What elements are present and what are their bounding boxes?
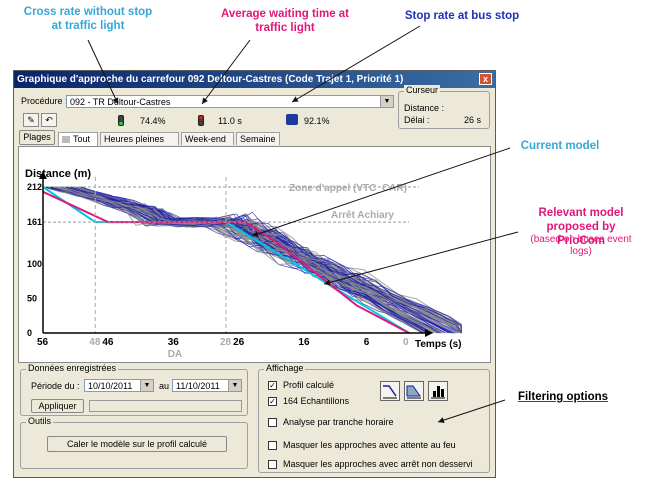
cursor-group-title: Curseur: [404, 85, 441, 95]
x-tick-label: 26: [233, 337, 245, 348]
tab-tout-label: Tout: [73, 134, 91, 144]
donnees-title: Données enregistrées: [26, 363, 119, 373]
y-tick-label: 100: [27, 259, 42, 269]
sample-curve: [47, 186, 434, 334]
bus-stop-icon: [286, 114, 298, 125]
procedure-label: Procédure :: [21, 96, 68, 106]
annotation-relevant-model-sub: (based on buses event logs): [530, 234, 632, 257]
distance-label: Distance :: [404, 103, 445, 113]
masquer-feu-label: Masquer les approches avec attente au fe…: [283, 440, 456, 450]
profil-checkbox[interactable]: ✓: [268, 381, 277, 390]
x-tick-label: 56: [37, 337, 49, 348]
delay-label: Délai :: [404, 115, 430, 125]
undo-icon[interactable]: ↶: [41, 113, 57, 127]
period-to-label: au: [159, 381, 170, 391]
analyse-checkbox[interactable]: [268, 418, 277, 427]
y-tick-label: 50: [27, 294, 37, 304]
average-wait-value: 11.0 s: [218, 116, 242, 126]
annotation-filtering: Filtering options: [517, 391, 609, 403]
fit-model-button[interactable]: Caler le modèle sur le profil calculé: [47, 436, 227, 452]
masquer-arret-label: Masquer les approches avec arrêt non des…: [283, 459, 473, 469]
sample-curve: [53, 186, 434, 334]
curve-fill-icon[interactable]: [404, 381, 424, 401]
y-tick-label: 0: [27, 328, 32, 338]
y-tick-label: 161: [27, 217, 42, 227]
chevron-down-icon[interactable]: ▼: [140, 380, 153, 391]
plages-button[interactable]: Plages ...: [19, 130, 55, 155]
chevron-down-icon[interactable]: ▼: [380, 96, 393, 107]
sample-curve: [53, 186, 434, 334]
tab-heures-pleines[interactable]: Heures pleines: [100, 132, 179, 145]
period-label: Période du :: [31, 381, 80, 391]
arret-label: Arrêt Achiary: [331, 210, 394, 221]
y-axis-title: Distance (m): [25, 168, 91, 180]
histogram-icon[interactable]: [428, 381, 448, 401]
x-extra-label: 48: [89, 337, 101, 348]
masquer-arret-checkbox[interactable]: [268, 460, 277, 469]
delay-value: 26 s: [464, 115, 482, 125]
outils-title: Outils: [26, 416, 54, 426]
echantillons-checkbox[interactable]: ✓: [268, 397, 277, 406]
period-from-select[interactable]: 10/10/2011 ▼: [84, 379, 154, 392]
apply-button[interactable]: Appliquer: [31, 399, 84, 413]
curve-view-icon[interactable]: [380, 381, 400, 401]
zone-appel-label: Zone d'appel (VTC_CAR): [289, 183, 407, 194]
x-sub-label: DA: [168, 349, 182, 360]
y-tick-label: 212: [27, 182, 42, 192]
tab-tout-swatch: [62, 136, 70, 144]
x-axis-title: Temps (s): [415, 339, 462, 350]
x-tick-label: 36: [168, 337, 180, 348]
pencil-icon[interactable]: ✎: [23, 113, 39, 127]
x-tick-label: 16: [298, 337, 310, 348]
annotation-cross-rate: Cross rate without stop at traffic light: [23, 6, 153, 32]
tab-week-end[interactable]: Week-end: [181, 132, 234, 145]
approach-chart[interactable]: Distance (m) Temps (s) 212 161 100 50 0 56 46 36 2…: [18, 146, 491, 363]
period-to-select[interactable]: 11/10/2011 ▼: [172, 379, 242, 392]
x-tick-label: 46: [102, 337, 114, 348]
approach-chart-svg[interactable]: Distance (m) Temps (s) 212 161 100 50 0 56 46 36 2…: [19, 147, 490, 362]
annotation-stop-rate: Stop rate at bus stop: [404, 10, 520, 22]
x-extra-label: 0: [403, 337, 409, 348]
masquer-feu-checkbox[interactable]: [268, 441, 277, 450]
stop-rate-value: 92.1%: [304, 116, 330, 126]
traffic-light-green-icon: [118, 115, 124, 126]
window-title: Graphique d'approche du carrefour 092 De…: [17, 74, 404, 85]
tab-tout[interactable]: Tout: [58, 132, 98, 146]
echantillons-label: 164 Echantillons: [283, 396, 350, 406]
analyse-label: Analyse par tranche horaire: [283, 417, 394, 427]
procedure-value: 092 - TR Deltour-Castres: [70, 97, 171, 107]
chevron-down-icon[interactable]: ▼: [228, 380, 241, 391]
traffic-light-red-icon: [198, 115, 204, 126]
close-icon[interactable]: x: [479, 73, 492, 85]
period-to-value: 11/10/2011: [176, 381, 220, 391]
annotation-average-wait: Average waiting time at traffic light: [220, 8, 350, 34]
affichage-title: Affichage: [264, 363, 306, 373]
procedure-select[interactable]: 092 - TR Deltour-Castres ▼: [66, 95, 394, 108]
cross-rate-value: 74.4%: [140, 116, 166, 126]
x-extra-label: 28: [220, 337, 232, 348]
period-from-value: 10/10/2011: [88, 381, 133, 391]
sample-curve: [48, 186, 439, 334]
annotation-current-model: Current model: [520, 140, 600, 152]
profil-label: Profil calculé: [283, 380, 335, 390]
x-tick-label: 6: [364, 337, 370, 348]
progress-bar: [89, 400, 242, 412]
tab-semaine[interactable]: Semaine: [236, 132, 280, 145]
